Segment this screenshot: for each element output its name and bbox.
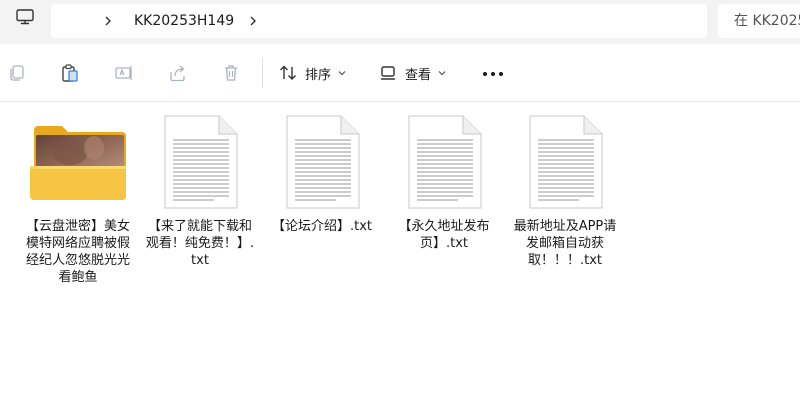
breadcrumb-folder[interactable]: KK20253H149	[134, 13, 234, 29]
command-bar: 排序 查看	[0, 44, 800, 102]
chevron-down-icon	[438, 71, 446, 76]
chevron-right-icon[interactable]	[103, 14, 113, 28]
file-name: 【来了就能下载和观看！纯免费！】.txt	[145, 219, 255, 268]
monitor-icon[interactable]	[16, 9, 34, 25]
file-name: 【永久地址发布页】.txt	[398, 219, 490, 251]
sort-icon	[280, 65, 296, 80]
file-name: 【云盘泄密】美女模特网络应聘被假经纪人忽悠脱光光看鲍鱼	[25, 219, 130, 285]
text-file-icon	[164, 115, 238, 209]
view-label: 查看	[405, 67, 432, 83]
rename-icon[interactable]	[114, 63, 134, 83]
folder-icon	[30, 126, 126, 200]
sort-button[interactable]: 排序	[279, 62, 346, 84]
share-icon[interactable]	[168, 63, 188, 83]
paste-icon[interactable]	[60, 63, 80, 83]
view-button[interactable]: 查看	[380, 62, 446, 84]
file-name: 最新地址及APP请发邮箱自动获取！！！.txt	[513, 219, 617, 268]
more-icon[interactable]	[483, 72, 503, 76]
text-file-icon	[408, 115, 482, 209]
text-file-icon	[286, 115, 360, 209]
chevron-down-icon	[338, 71, 346, 76]
chevron-right-icon[interactable]	[248, 14, 258, 28]
search-input[interactable]: 在 KK20253H149 中搜索	[718, 4, 800, 38]
address-field[interactable]: KK20253H149	[51, 4, 707, 38]
sort-label: 排序	[305, 67, 332, 83]
text-file-icon	[529, 115, 603, 209]
search-placeholder: 在 KK20253H149 中搜索	[734, 13, 800, 29]
copy-icon[interactable]	[7, 63, 27, 83]
address-bar: KK20253H149 在 KK20253H149 中搜索	[0, 0, 800, 44]
toolbar-separator	[262, 58, 263, 88]
delete-icon[interactable]	[221, 63, 241, 83]
file-list: 【云盘泄密】美女模特网络应聘被假经纪人忽悠脱光光看鲍鱼 【来了就能下载和观看！纯…	[0, 102, 800, 411]
file-name: 【论坛介绍】.txt	[271, 219, 373, 234]
view-icon	[380, 66, 396, 80]
